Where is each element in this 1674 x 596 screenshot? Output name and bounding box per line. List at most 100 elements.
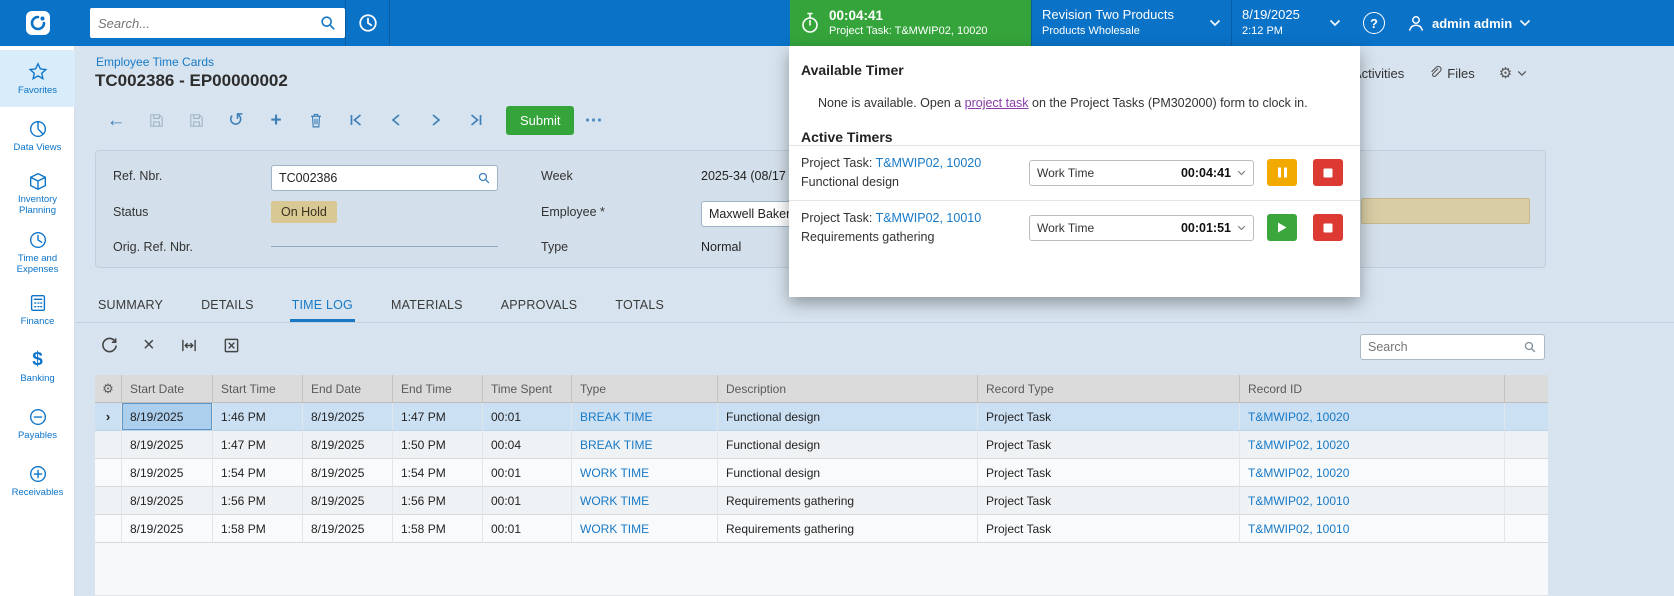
global-search-input[interactable] (98, 15, 319, 31)
cell-description[interactable]: Functional design (718, 403, 978, 431)
go-last-button[interactable] (456, 105, 496, 135)
sidebar-item-finance[interactable]: Finance (0, 282, 75, 339)
add-new-button[interactable]: + (256, 105, 296, 135)
cell-start-time[interactable]: 1:58 PM (213, 515, 303, 543)
column-header-record-id[interactable]: Record ID (1240, 375, 1505, 403)
fit-to-screen-button[interactable] (180, 337, 198, 354)
cell-end-time[interactable]: 1:56 PM (393, 487, 483, 515)
task-link[interactable]: T&MWIP02, 10020 (876, 156, 982, 170)
cell-time-spent[interactable]: 00:01 (483, 403, 572, 431)
tab-approvals[interactable]: APPROVALS (499, 292, 580, 322)
delete-button[interactable] (296, 105, 336, 135)
cell-time-spent[interactable]: 00:01 (483, 515, 572, 543)
cell-start-date[interactable]: 8/19/2025 (122, 487, 213, 515)
cell-start-date[interactable]: 8/19/2025 (122, 431, 213, 459)
row-selector-cell[interactable]: › (95, 403, 122, 431)
cell-description[interactable]: Functional design (718, 459, 978, 487)
cell-end-time[interactable]: 1:47 PM (393, 403, 483, 431)
tab-time-log[interactable]: TIME LOG (289, 292, 355, 322)
cell-type[interactable]: WORK TIME (572, 515, 718, 543)
column-header-end-time[interactable]: End Time (393, 375, 483, 403)
lookup-icon[interactable] (477, 171, 497, 185)
week-value[interactable]: 2025-34 (08/17 (701, 169, 786, 183)
cell-time-spent[interactable]: 00:04 (483, 431, 572, 459)
cell-end-time[interactable]: 1:50 PM (393, 431, 483, 459)
row-selector-cell[interactable] (95, 431, 122, 459)
row-selector-cell[interactable] (95, 487, 122, 515)
column-header-type[interactable]: Type (572, 375, 718, 403)
refresh-button[interactable] (101, 337, 118, 354)
cell-type[interactable]: BREAK TIME (572, 403, 718, 431)
project-task-link[interactable]: project task (965, 96, 1029, 110)
activities-button[interactable]: Activities (1353, 66, 1404, 81)
time-type-dropdown[interactable]: Work Time 00:01:51 (1029, 214, 1254, 241)
back-button[interactable]: ← (96, 105, 136, 135)
cell-type[interactable]: BREAK TIME (572, 431, 718, 459)
company-selector[interactable]: Revision Two Products Products Wholesale (1031, 0, 1231, 46)
cell-start-date[interactable]: 8/19/2025 (122, 515, 213, 543)
time-type-dropdown[interactable]: Work Time 00:04:41 (1029, 159, 1254, 186)
settings-menu-button[interactable]: ⚙ (1499, 64, 1527, 82)
resume-timer-button[interactable] (1267, 214, 1297, 241)
cell-record-id-link[interactable]: T&MWIP02, 10020 (1240, 459, 1505, 487)
breadcrumb[interactable]: Employee Time Cards (96, 55, 214, 69)
column-header-record-type[interactable]: Record Type (978, 375, 1240, 403)
tab-totals[interactable]: TOTALS (613, 292, 666, 322)
cell-end-date[interactable]: 8/19/2025 (303, 431, 393, 459)
timer-quick-button[interactable] (345, 0, 390, 46)
cell-start-time[interactable]: 1:54 PM (213, 459, 303, 487)
type-value[interactable]: Normal (701, 240, 741, 254)
table-row[interactable]: › 8/19/2025 1:46 PM 8/19/2025 1:47 PM 00… (95, 403, 1548, 431)
sidebar-item-banking[interactable]: $ Banking (0, 339, 75, 396)
table-row[interactable]: 8/19/2025 1:58 PM 8/19/2025 1:58 PM 00:0… (95, 515, 1548, 543)
table-row[interactable]: 8/19/2025 1:54 PM 8/19/2025 1:54 PM 00:0… (95, 459, 1548, 487)
cell-record-id-link[interactable]: T&MWIP02, 10010 (1240, 487, 1505, 515)
business-date-selector[interactable]: 8/19/2025 2:12 PM (1231, 0, 1351, 46)
sidebar-item-data-views[interactable]: Data Views (0, 107, 75, 164)
table-row[interactable]: 8/19/2025 1:47 PM 8/19/2025 1:50 PM 00:0… (95, 431, 1548, 459)
cell-description[interactable]: Requirements gathering (718, 487, 978, 515)
cell-end-date[interactable]: 8/19/2025 (303, 487, 393, 515)
column-header-start-time[interactable]: Start Time (213, 375, 303, 403)
cell-record-type[interactable]: Project Task (978, 403, 1240, 431)
cell-record-type[interactable]: Project Task (978, 487, 1240, 515)
sidebar-item-payables[interactable]: Payables (0, 396, 75, 453)
cell-record-type[interactable]: Project Task (978, 515, 1240, 543)
orig-ref-nbr-field[interactable] (271, 223, 498, 247)
search-icon[interactable] (319, 14, 337, 32)
task-link[interactable]: T&MWIP02, 10010 (876, 211, 982, 225)
delete-row-button[interactable]: × (143, 335, 155, 355)
cell-start-date[interactable]: 8/19/2025 (122, 459, 213, 487)
sidebar-item-inventory-planning[interactable]: Inventory Planning (0, 164, 75, 223)
ref-nbr-input[interactable] (272, 171, 477, 185)
cell-start-time[interactable]: 1:56 PM (213, 487, 303, 515)
cell-end-date[interactable]: 8/19/2025 (303, 459, 393, 487)
cell-start-time[interactable]: 1:47 PM (213, 431, 303, 459)
cell-start-date[interactable]: 8/19/2025 (122, 403, 213, 431)
sidebar-item-receivables[interactable]: Receivables (0, 453, 75, 510)
cell-type[interactable]: WORK TIME (572, 487, 718, 515)
user-menu[interactable]: admin admin (1397, 0, 1557, 46)
stop-timer-button[interactable] (1313, 214, 1343, 241)
help-button[interactable]: ? (1351, 0, 1397, 46)
cell-end-date[interactable]: 8/19/2025 (303, 515, 393, 543)
row-selector-cell[interactable] (95, 459, 122, 487)
cell-record-type[interactable]: Project Task (978, 459, 1240, 487)
tab-details[interactable]: DETAILS (199, 292, 256, 322)
export-to-excel-button[interactable] (223, 337, 240, 354)
active-timer-widget[interactable]: 00:04:41 Project Task: T&MWIP02, 10020 (790, 0, 1031, 46)
cell-start-time[interactable]: 1:46 PM (213, 403, 303, 431)
column-header-time-spent[interactable]: Time Spent (483, 375, 572, 403)
cell-end-date[interactable]: 8/19/2025 (303, 403, 393, 431)
tab-materials[interactable]: MATERIALS (389, 292, 465, 322)
row-selector-cell[interactable] (95, 515, 122, 543)
cell-record-id-link[interactable]: T&MWIP02, 10020 (1240, 431, 1505, 459)
column-header-end-date[interactable]: End Date (303, 375, 393, 403)
files-button[interactable]: Files (1428, 65, 1475, 81)
sidebar-item-favorites[interactable]: Favorites (0, 50, 75, 107)
cell-type[interactable]: WORK TIME (572, 459, 718, 487)
more-actions-button[interactable]: ⋯ (584, 110, 602, 131)
stop-timer-button[interactable] (1313, 159, 1343, 186)
cell-time-spent[interactable]: 00:01 (483, 459, 572, 487)
tab-summary[interactable]: SUMMARY (96, 292, 165, 322)
